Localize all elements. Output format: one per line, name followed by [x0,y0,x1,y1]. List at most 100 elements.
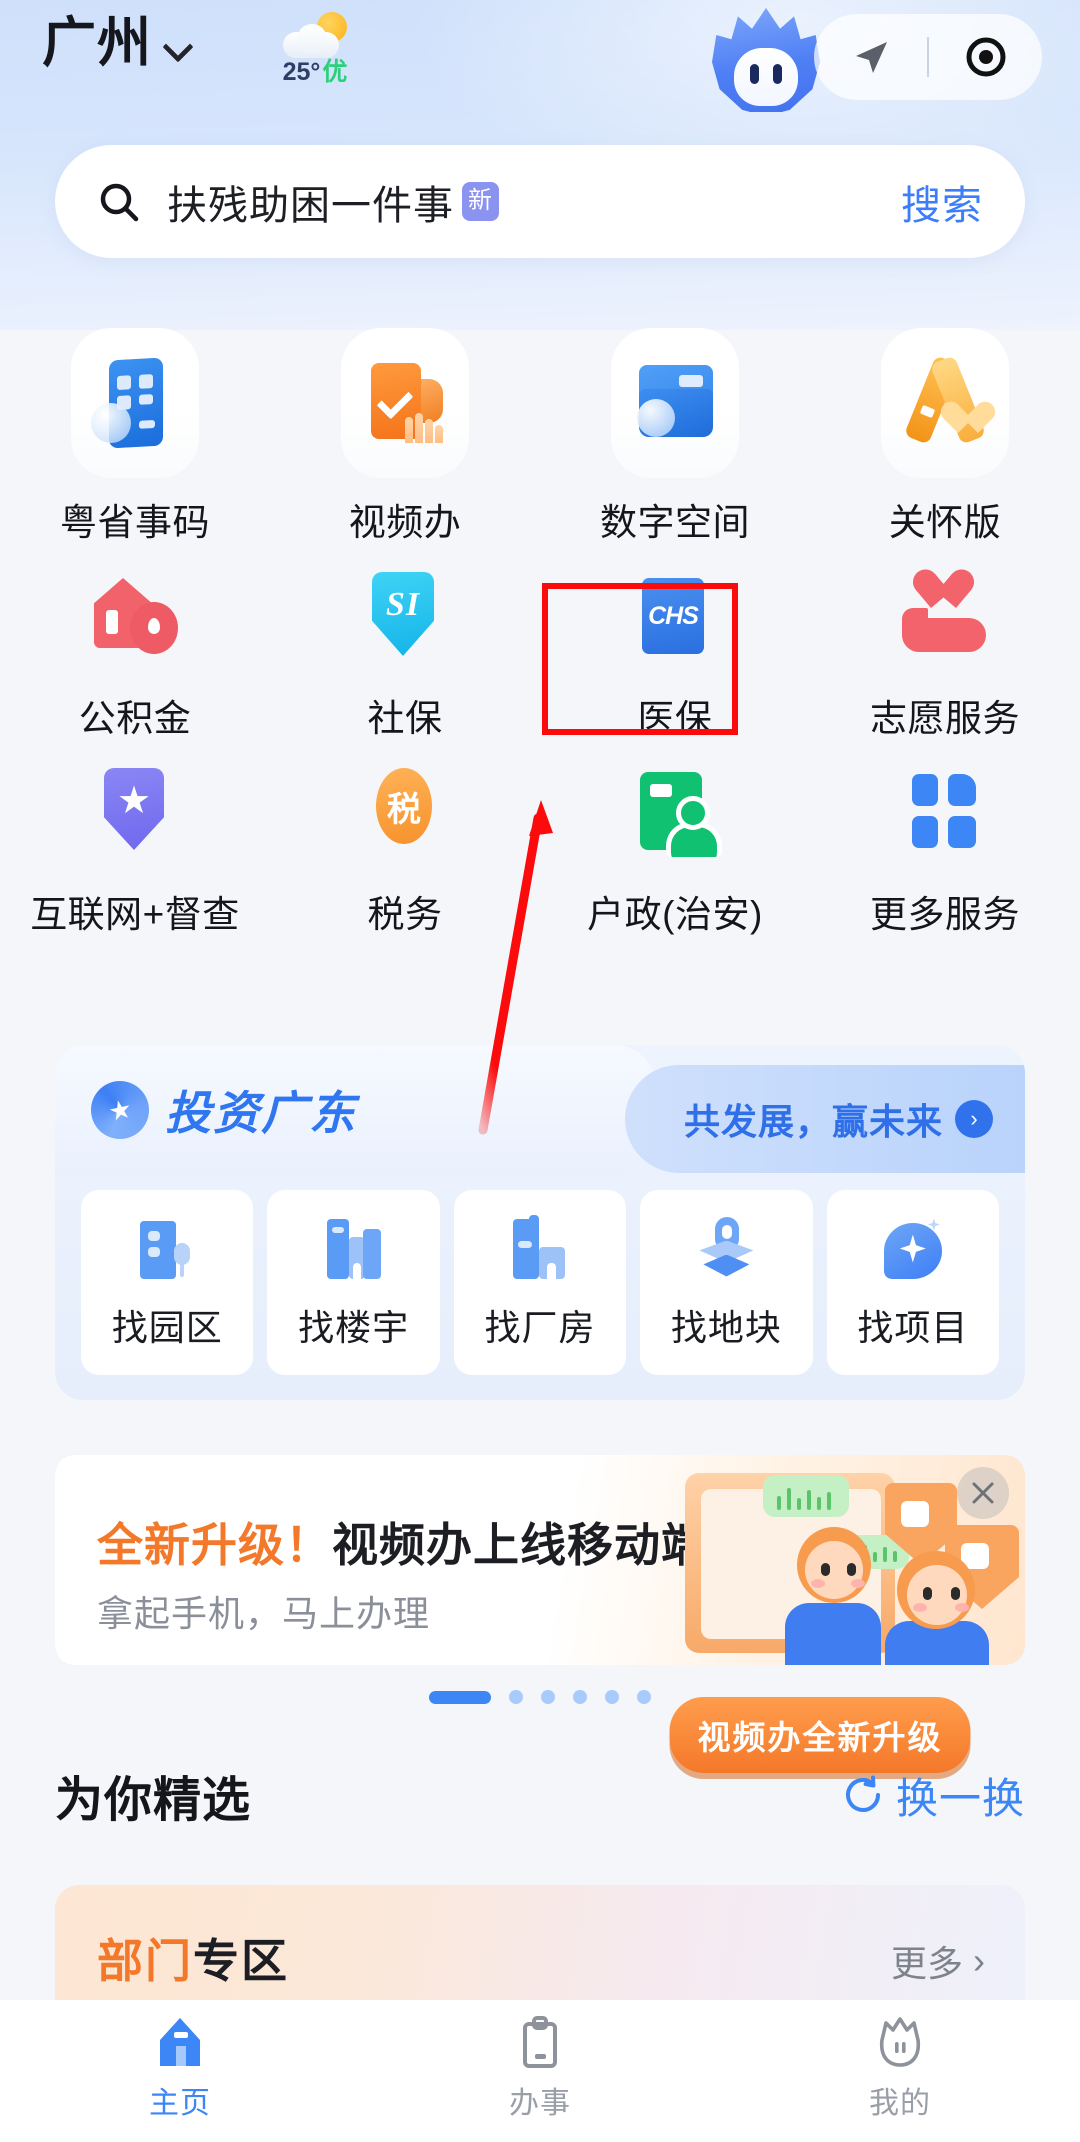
promo-subtitle: 拿起手机，马上办理 [97,1593,431,1634]
social-insurance-shield-icon: SI [350,564,460,674]
grid-item-label: 户政(治安) [587,894,763,935]
navigation-arrow-button[interactable] [814,35,927,79]
carousel-dot[interactable] [573,1690,587,1704]
invest-item-label: 找楼宇 [298,1306,410,1348]
grid-item-label: 粤省事码 [60,502,210,543]
invest-item-label: 找园区 [111,1306,223,1348]
search-query-text: 扶残助困一件事 [167,183,454,228]
grid-item-internet-supervision[interactable]: ★ 互联网+督查 [0,760,270,938]
chevron-down-icon [164,34,190,60]
search-new-badge: 新 [462,182,499,221]
invest-tagline-button[interactable]: 共发展，赢未来 › [625,1065,1025,1173]
dept-title-black: 专区 [193,1935,289,1987]
digital-space-folder-icon [611,328,739,478]
top-bar: 广州 25°优 [0,0,1080,118]
nav-tab-services[interactable]: 办事 [360,2014,720,2122]
invest-item-label: 找地块 [670,1306,782,1348]
grid-item-household-police[interactable]: 户政(治安) [540,760,810,938]
carousel-dot[interactable] [541,1690,555,1704]
invest-guangdong-logo-icon [91,1081,149,1139]
service-grid: 粤省事码 视频办 数字空间 关怀版 公积金 SI 社保 CHS 医保 志愿服务 … [0,320,1080,938]
refresh-button[interactable]: 换一换 [842,1765,1025,1826]
city-selector[interactable]: 广州 [42,16,190,70]
invest-item-project[interactable]: 找项目 [826,1190,1000,1375]
invest-title-group: 投资广东 [91,1077,357,1143]
grid-item-volunteer-service[interactable]: 志愿服务 [810,564,1080,742]
grid-item-more-services[interactable]: 更多服务 [810,760,1080,938]
refresh-icon [845,1775,880,1812]
city-name: 广州 [42,13,152,73]
grid-item-label: 志愿服务 [870,698,1020,739]
grid-item-label: 公积金 [78,698,192,739]
grid-item-housing-fund[interactable]: 公积金 [0,564,270,742]
invest-guangdong-card[interactable]: 投资广东 共发展，赢未来 › 找园区 [55,1045,1025,1400]
mascot-avatar-icon[interactable] [712,8,820,112]
grid-item-yuesheng-code[interactable]: 粤省事码 [0,320,270,546]
grid-item-label: 视频办 [348,502,462,543]
carousel-dot[interactable] [509,1690,523,1704]
chevron-right-circle-icon: › [955,1100,993,1138]
carousel-dot[interactable] [637,1690,651,1704]
grid-item-medical-insurance[interactable]: CHS 医保 [540,564,810,742]
bottom-navigation: 主页 办事 我的 [0,2000,1080,2142]
carousel-dot-active[interactable] [429,1690,491,1704]
dept-title-orange: 部门 [97,1935,193,1987]
nav-tab-home[interactable]: 主页 [0,2014,360,2122]
invest-item-park[interactable]: 找园区 [81,1190,254,1375]
grid-item-tax[interactable]: 税 税务 [270,760,540,938]
invest-item-land[interactable]: 找地块 [640,1190,813,1375]
navigation-arrow-icon [855,42,887,73]
grid-item-social-insurance[interactable]: SI 社保 [270,564,540,742]
promo-banner[interactable]: 全新升级！视频办上线移动端 拿起手机，马上办理 [55,1455,1025,1665]
tax-badge-text: 税 [387,790,421,829]
grid-item-digital-space[interactable]: 数字空间 [540,320,810,546]
weather-temperature: 25° [282,58,321,86]
dept-zone-title: 部门专区 [97,1925,289,1991]
care-ribbon-icon [881,328,1009,478]
invest-item-label: 找厂房 [484,1306,596,1348]
partly-cloudy-icon [255,8,375,60]
page-title: 为你精选 [55,1774,252,1827]
grid-item-label: 数字空间 [600,502,750,543]
tax-icon: 税 [350,760,460,870]
grid-item-care-edition[interactable]: 关怀版 [810,320,1080,546]
invest-item-label: 找项目 [857,1306,969,1348]
service-grid-row-2: 公积金 SI 社保 CHS 医保 志愿服务 [0,564,1080,742]
dept-more-button[interactable]: 更多 › [891,1935,985,1987]
service-grid-row-1: 粤省事码 视频办 数字空间 关怀版 [0,320,1080,546]
search-icon [100,183,139,221]
promo-title-highlight: 全新升级！ [97,1519,332,1571]
weather-widget[interactable]: 25°优 [255,8,375,85]
carousel-pagination[interactable] [0,1690,1080,1704]
housing-fund-house-icon [80,564,190,674]
industrial-park-icon [132,1215,202,1285]
chevron-right-icon: › [973,1940,985,1981]
search-button[interactable]: 搜索 [901,173,983,231]
close-icon [972,1482,994,1504]
carousel-dot[interactable] [605,1690,619,1704]
volunteer-heart-hand-icon [890,564,1000,674]
invest-item-factory[interactable]: 找厂房 [453,1190,627,1375]
invest-card-header: 投资广东 共发展，赢未来 › [55,1045,1025,1190]
grid-item-video-service[interactable]: 视频办 [270,320,540,546]
refresh-label: 换一换 [895,1774,1025,1822]
factory-icon [505,1214,575,1285]
grid-item-label: 社保 [367,698,443,739]
search-input[interactable]: 扶残助困一件事 新 [167,173,499,231]
profile-mascot-icon [879,2017,921,2067]
nav-tab-profile[interactable]: 我的 [720,2014,1080,2122]
service-grid-row-3: ★ 互联网+督查 税 税务 户政(治安) 更多服务 [0,760,1080,938]
record-button[interactable] [929,35,1042,79]
search-bar[interactable]: 扶残助困一件事 新 搜索 [55,145,1025,258]
target-record-icon [966,37,1005,77]
top-action-pill [814,14,1042,100]
supervision-shield-star-icon: ★ [80,760,190,870]
invest-item-building[interactable]: 找楼宇 [267,1190,440,1375]
weather-readout: 25°优 [255,60,375,85]
dept-more-label: 更多 [890,1943,963,1984]
project-star-icon [878,1215,948,1285]
video-service-icon [341,328,469,478]
grid-item-label: 关怀版 [888,502,1002,543]
promo-title: 全新升级！视频办上线移动端 [97,1509,708,1575]
promo-close-button[interactable] [957,1467,1009,1519]
